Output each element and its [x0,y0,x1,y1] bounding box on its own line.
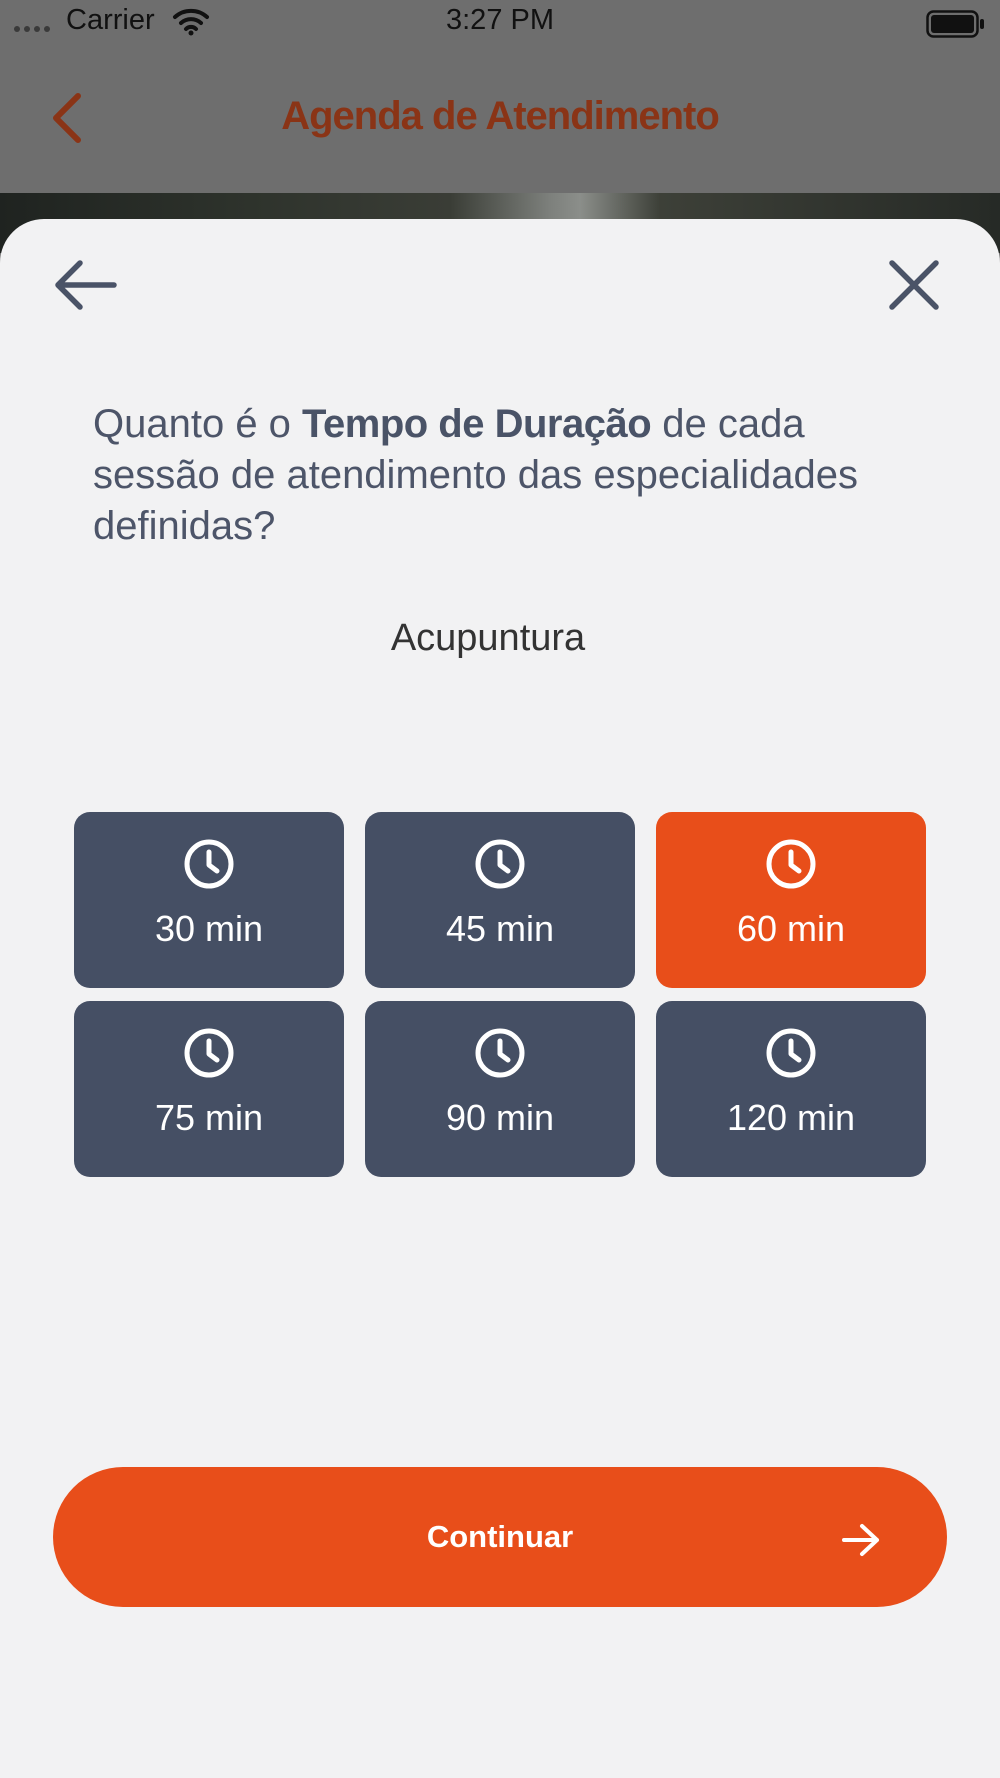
duration-options: 30 min 45 min 60 min 75 min 90 min 120 m… [74,812,926,1177]
duration-label: 90 min [445,1097,555,1138]
clock-icon [475,1028,525,1078]
status-bar: Carrier 3:27 PM [0,0,1000,50]
duration-option-60[interactable]: 60 min [656,812,926,988]
question-bold: Tempo de Duração [302,402,652,446]
duration-option-30[interactable]: 30 min [74,812,344,988]
specialty-name: Acupuntura [390,617,586,659]
clock-icon [475,839,525,889]
clock-icon [184,839,234,889]
duration-option-90[interactable]: 90 min [365,1001,635,1177]
status-time: 3:27 PM [446,4,554,36]
arrow-left-icon[interactable] [50,255,120,315]
clock-icon [184,1028,234,1078]
continue-label: Continuar [426,1519,574,1554]
battery-icon [926,10,984,38]
background-header: Agenda de Atendimento [0,50,1000,193]
clock-icon [766,839,816,889]
duration-label: 30 min [154,908,264,949]
duration-option-45[interactable]: 45 min [365,812,635,988]
screen: Carrier 3:27 PM Agenda de Atendimento Qu… [0,0,1000,1778]
close-icon[interactable] [884,255,944,315]
duration-label: 45 min [445,908,555,949]
continue-button[interactable]: Continuar [53,1467,947,1607]
duration-label: 60 min [736,908,846,949]
duration-option-120[interactable]: 120 min [656,1001,926,1177]
page-title: Agenda de Atendimento [281,94,720,138]
duration-label: 75 min [154,1097,264,1138]
question-prefix: Quanto é o [93,402,303,446]
clock-icon [766,1028,816,1078]
arrow-right-icon [842,1524,879,1556]
duration-option-75[interactable]: 75 min [74,1001,344,1177]
question-text: Quanto é o Tempo de Duração de cada sess… [93,399,933,552]
duration-label: 120 min [726,1097,856,1138]
